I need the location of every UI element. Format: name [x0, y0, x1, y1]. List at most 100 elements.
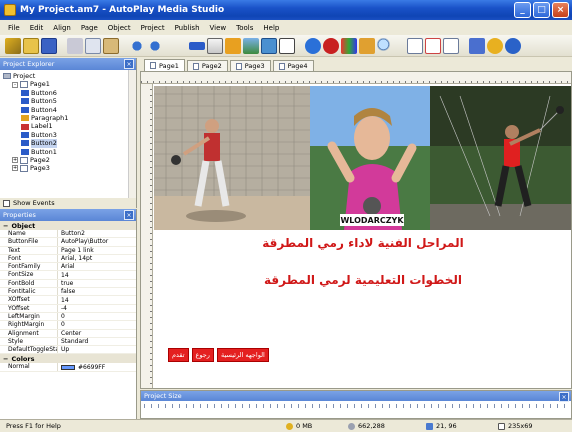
cut-icon[interactable] — [67, 37, 83, 54]
video-object-icon[interactable] — [261, 37, 277, 54]
back-button[interactable]: رجوع — [191, 348, 214, 362]
tree-item[interactable]: Button5 — [3, 97, 136, 105]
expand-icon[interactable]: + — [12, 157, 18, 164]
tree-item[interactable]: Button1 — [3, 148, 136, 156]
property-row[interactable]: Normal #6699FF — [0, 363, 136, 372]
property-value[interactable]: false — [58, 288, 136, 295]
build-icon[interactable] — [469, 37, 485, 54]
property-row[interactable]: XOffset 14 — [0, 296, 136, 305]
prop-category-colors[interactable]: − Colors — [0, 354, 136, 364]
property-value[interactable]: #6699FF — [58, 363, 136, 371]
property-row[interactable]: YOffset -4 — [0, 304, 136, 313]
property-row[interactable]: Text Page 1 link — [0, 246, 136, 255]
paste-icon[interactable] — [103, 37, 119, 54]
minimize-button[interactable]: _ — [514, 2, 531, 18]
page-canvas[interactable]: WLODARCZYK المراحل الفنية لاداء رمي المط… — [140, 71, 572, 389]
property-value[interactable]: true — [58, 280, 136, 287]
menu-edit[interactable]: Edit — [30, 24, 44, 32]
next-button[interactable]: تقدم — [168, 348, 189, 362]
tab-page1[interactable]: Page1 — [144, 59, 185, 71]
property-row[interactable]: FontItalic false — [0, 288, 136, 297]
property-row[interactable]: FontFamily Arial — [0, 263, 136, 272]
page-add-icon[interactable] — [407, 37, 423, 54]
property-value[interactable]: 14 — [58, 271, 136, 279]
redo-icon[interactable] — [147, 37, 163, 54]
property-value[interactable]: -4 — [58, 305, 136, 312]
tree-item[interactable]: Button3 — [3, 131, 136, 139]
property-row[interactable]: LeftMargin 0 — [0, 312, 136, 322]
menu-file[interactable]: File — [8, 24, 20, 32]
menu-object[interactable]: Object — [108, 24, 131, 32]
save-icon[interactable] — [41, 37, 57, 54]
property-row[interactable]: Style Standard — [0, 337, 136, 347]
close-button[interactable]: × — [552, 2, 569, 18]
image-hammer-thrower-indoor[interactable] — [154, 86, 310, 230]
open-icon[interactable] — [23, 37, 39, 54]
property-row[interactable]: FontSize 14 — [0, 271, 136, 280]
zoom-icon[interactable] — [377, 37, 393, 54]
expand-icon[interactable]: + — [12, 165, 18, 172]
tab-page3[interactable]: Page3 — [229, 60, 271, 71]
tree-item[interactable]: Button2 — [3, 139, 136, 148]
show-events-checkbox[interactable] — [3, 199, 10, 207]
tree-item[interactable]: Paragraph1 — [3, 114, 136, 122]
menu-view[interactable]: View — [210, 24, 227, 32]
record-icon[interactable] — [323, 37, 339, 54]
wand-icon[interactable] — [5, 37, 21, 54]
image-hammer-thrower-outdoor[interactable] — [430, 86, 571, 230]
tree-item[interactable]: + Page2 — [3, 156, 136, 164]
help-icon[interactable] — [505, 37, 521, 54]
property-value[interactable]: Center — [58, 330, 136, 337]
flash-object-icon[interactable] — [279, 37, 295, 54]
explorer-scrollbar[interactable] — [128, 70, 136, 198]
paragraph-object-icon[interactable] — [225, 37, 241, 54]
property-value[interactable]: Button2 — [58, 230, 136, 237]
tab-page2[interactable]: Page2 — [186, 60, 228, 71]
tree-item[interactable]: + Page3 — [3, 164, 136, 172]
maximize-button[interactable]: □ — [533, 2, 550, 18]
color-icon[interactable] — [341, 37, 357, 54]
property-row[interactable]: Font Arial, 14pt — [0, 254, 136, 264]
property-value[interactable]: 0 — [58, 321, 136, 328]
property-value[interactable]: Arial — [58, 263, 136, 270]
preview-icon[interactable] — [487, 37, 503, 54]
menu-help[interactable]: Help — [263, 24, 279, 32]
copy-icon[interactable] — [85, 37, 101, 54]
page-remove-icon[interactable] — [425, 37, 441, 54]
menu-align[interactable]: Align — [53, 24, 71, 32]
property-value[interactable]: Arial, 14pt — [58, 255, 136, 262]
heading-technical-stages[interactable]: المراحل الفنية لاداء رمي المطرقة — [153, 236, 571, 250]
panel-close-icon[interactable]: × — [124, 210, 134, 220]
property-value[interactable]: 14 — [58, 296, 136, 304]
property-row[interactable]: Name Button2 — [0, 230, 136, 239]
property-value[interactable]: 0 — [58, 313, 136, 320]
menu-tools[interactable]: Tools — [236, 24, 253, 32]
property-row[interactable]: Alignment Center — [0, 329, 136, 338]
collapse-icon[interactable]: - — [12, 81, 18, 88]
tree-item[interactable]: Button6 — [3, 89, 136, 97]
plugin-icon[interactable] — [359, 37, 375, 54]
undo-icon[interactable] — [129, 37, 145, 54]
web-object-icon[interactable] — [305, 37, 321, 54]
button-object-icon[interactable] — [189, 41, 205, 50]
heading-learning-steps[interactable]: الخطوات التعليمية لرمي المطرقة — [153, 273, 571, 287]
tab-page4[interactable]: Page4 — [272, 60, 314, 71]
prop-category-object[interactable]: − Object — [0, 221, 136, 230]
menu-publish[interactable]: Publish — [175, 24, 200, 32]
tree-item[interactable]: Button4 — [3, 106, 136, 114]
panel-close-icon[interactable]: × — [124, 59, 134, 69]
home-button[interactable]: الواجهه الرئيسية — [216, 348, 269, 362]
property-row[interactable]: ButtonFile AutoPlay\Buttor — [0, 238, 136, 247]
text-object-icon[interactable] — [207, 37, 223, 54]
property-row[interactable]: FontBold true — [0, 279, 136, 289]
tree-item[interactable]: Project — [3, 72, 136, 80]
tree-item[interactable]: - Page1 — [3, 80, 136, 88]
property-value[interactable]: Standard — [58, 338, 136, 345]
property-value[interactable]: AutoPlay\Buttor — [58, 238, 136, 245]
property-row[interactable]: DefaultToggleSta Up — [0, 346, 136, 355]
menu-page[interactable]: Page — [81, 24, 98, 32]
panel-close-icon[interactable]: × — [559, 392, 569, 402]
image-hammer-thrower-portrait[interactable]: WLODARCZYK — [310, 86, 430, 230]
property-value[interactable]: Page 1 link — [58, 247, 136, 254]
tree-item[interactable]: Label1 — [3, 122, 136, 130]
